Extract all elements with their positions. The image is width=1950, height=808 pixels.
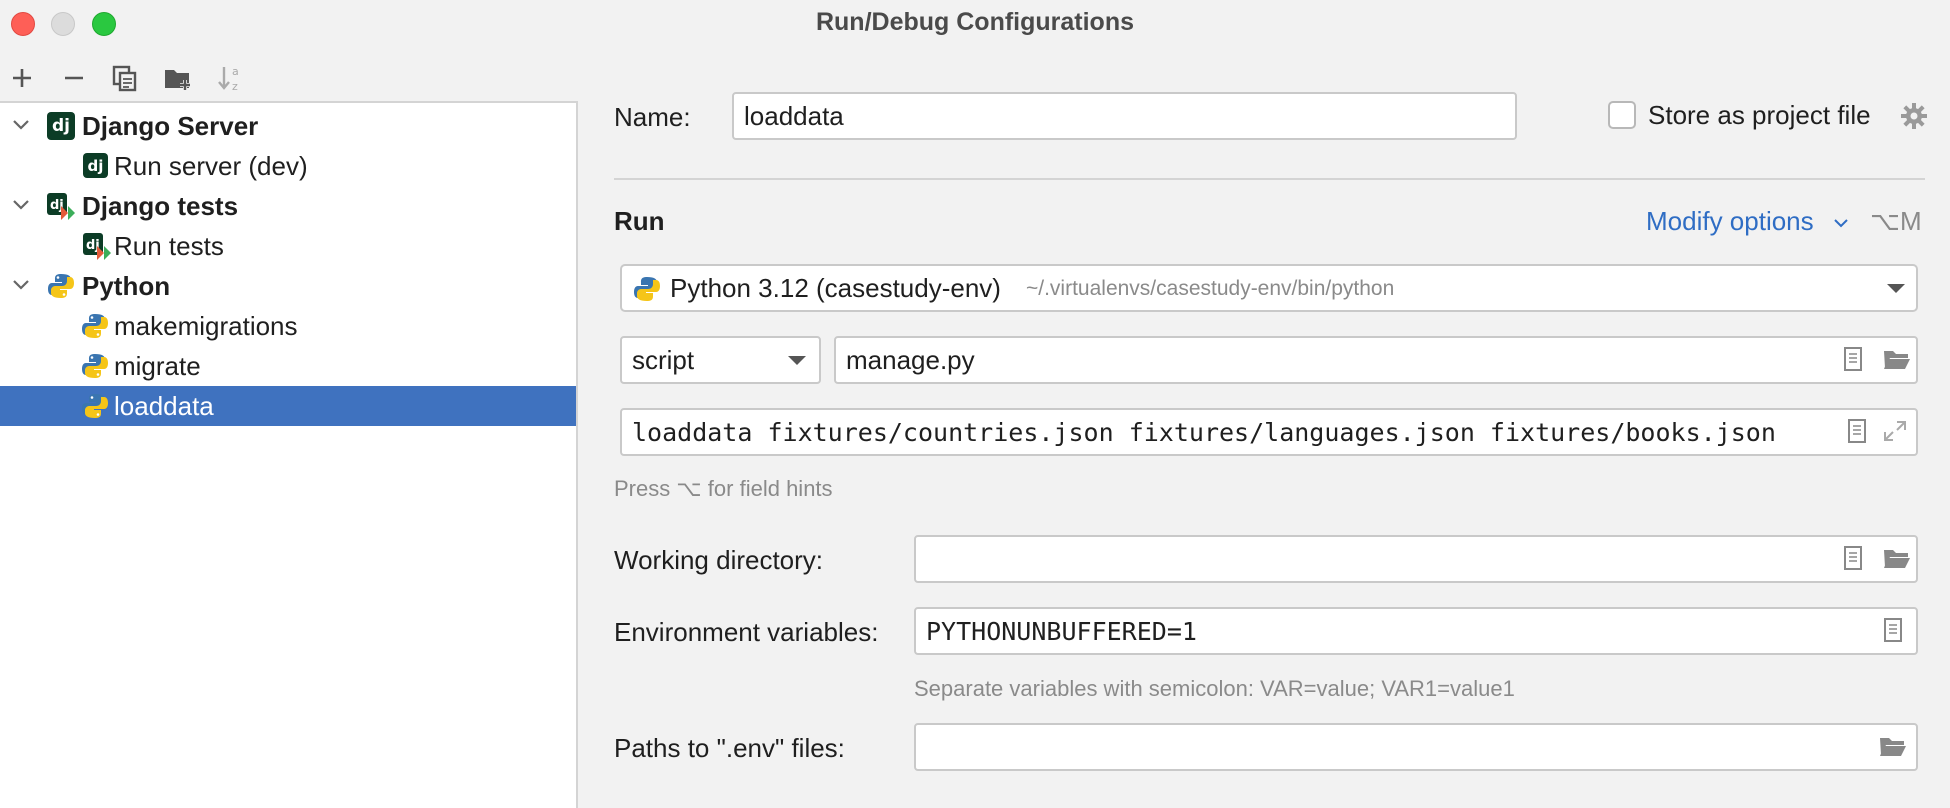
svg-text:a: a: [232, 65, 239, 78]
tree-group-python[interactable]: Python: [0, 266, 576, 306]
copy-icon[interactable]: [109, 62, 141, 94]
folder-icon[interactable]: [1878, 734, 1908, 758]
document-icon[interactable]: [1880, 618, 1906, 642]
script-parameters-value: loaddata fixtures/countries.json fixture…: [632, 418, 1776, 447]
environment-variables-hint: Separate variables with semicolon: VAR=v…: [914, 676, 1515, 701]
interpreter-select[interactable]: Python 3.12 (casestudy-env) ~/.virtualen…: [620, 264, 1918, 312]
django-tests-icon: dj: [83, 232, 111, 260]
django-icon: dj: [47, 112, 75, 140]
script-type-value: script: [632, 345, 695, 375]
dropdown-arrow-icon: [788, 356, 806, 365]
configurations-panel: az dj Django Server dj Run server (dev) …: [0, 54, 578, 808]
tree-label: Django tests: [82, 191, 239, 221]
python-icon: [81, 312, 109, 340]
tree-label: migrate: [114, 351, 201, 381]
name-label: Name:: [614, 102, 691, 132]
python-icon: [47, 272, 75, 300]
window-title: Run/Debug Configurations: [815, 8, 1135, 36]
store-as-project-file-label: Store as project file: [1648, 100, 1871, 130]
configuration-editor: Name: loaddata Store as project file Run…: [580, 46, 1950, 808]
folder-icon[interactable]: [1882, 546, 1912, 570]
chevron-down-icon[interactable]: [10, 274, 32, 296]
chevron-down-icon[interactable]: [10, 194, 32, 216]
chevron-down-icon[interactable]: [1832, 214, 1850, 232]
tree-group-django-server[interactable]: dj Django Server: [0, 106, 576, 146]
configurations-toolbar: az: [0, 54, 578, 103]
interpreter-path: ~/.virtualenvs/casestudy-env/bin/python: [1026, 277, 1395, 300]
separator: [614, 178, 1925, 180]
script-parameters-field[interactable]: loaddata fixtures/countries.json fixture…: [620, 408, 1918, 456]
document-icon[interactable]: [1840, 347, 1866, 371]
tree-item-loaddata[interactable]: loaddata: [0, 386, 576, 426]
title-bar: Run/Debug Configurations: [0, 0, 1950, 46]
remove-icon[interactable]: [58, 62, 90, 94]
document-icon[interactable]: [1840, 546, 1866, 570]
tree-label: makemigrations: [114, 311, 298, 341]
script-type-select[interactable]: script: [620, 336, 821, 384]
sort-alphabetically-icon[interactable]: az: [214, 62, 246, 94]
chevron-down-icon[interactable]: [10, 114, 32, 136]
expand-icon[interactable]: [1882, 419, 1908, 443]
tree-label: Run server (dev): [114, 151, 308, 181]
environment-variables-label: Environment variables:: [614, 617, 879, 647]
run-heading: Run: [614, 206, 665, 236]
tree-item-run-tests[interactable]: dj Run tests: [0, 226, 576, 266]
python-icon: [81, 392, 109, 420]
python-icon: [81, 352, 109, 380]
environment-variables-value: PYTHONUNBUFFERED=1: [926, 617, 1197, 646]
working-directory-field[interactable]: [914, 535, 1918, 583]
store-as-project-file-checkbox[interactable]: [1608, 101, 1636, 129]
svg-text:z: z: [232, 80, 238, 93]
modify-options-shortcut: ⌥M: [1870, 206, 1922, 236]
script-path-value: manage.py: [846, 345, 975, 375]
tree-label: loaddata: [114, 391, 214, 421]
tree-group-django-tests[interactable]: dj Django tests: [0, 186, 576, 226]
tree-label: Django Server: [82, 111, 259, 141]
tree-item-migrate[interactable]: migrate: [0, 346, 576, 386]
document-icon[interactable]: [1844, 419, 1870, 443]
tree-item-makemigrations[interactable]: makemigrations: [0, 306, 576, 346]
new-folder-icon[interactable]: [162, 62, 194, 94]
script-path-field[interactable]: manage.py: [834, 336, 1918, 384]
add-icon[interactable]: [6, 62, 38, 94]
modify-options-link[interactable]: Modify options: [1646, 206, 1814, 237]
dotenv-paths-label: Paths to ".env" files:: [614, 733, 845, 763]
dotenv-paths-field[interactable]: [914, 723, 1918, 771]
name-value: loaddata: [744, 101, 844, 131]
environment-variables-field[interactable]: PYTHONUNBUFFERED=1: [914, 607, 1918, 655]
gear-icon[interactable]: [1900, 102, 1928, 130]
working-directory-label: Working directory:: [614, 545, 824, 575]
django-icon: dj: [83, 153, 108, 178]
tree-item-run-server[interactable]: dj Run server (dev): [0, 146, 576, 186]
django-tests-icon: dj: [47, 192, 75, 220]
name-field[interactable]: loaddata: [732, 92, 1517, 140]
tree-label: Run tests: [114, 231, 224, 261]
folder-icon[interactable]: [1882, 347, 1912, 371]
field-hints-text: Press ⌥ for field hints: [614, 476, 833, 501]
dropdown-arrow-icon: [1887, 284, 1905, 293]
python-icon: [634, 277, 660, 301]
tree-label: Python: [82, 271, 171, 301]
interpreter-name: Python 3.12 (casestudy-env): [670, 273, 1001, 303]
